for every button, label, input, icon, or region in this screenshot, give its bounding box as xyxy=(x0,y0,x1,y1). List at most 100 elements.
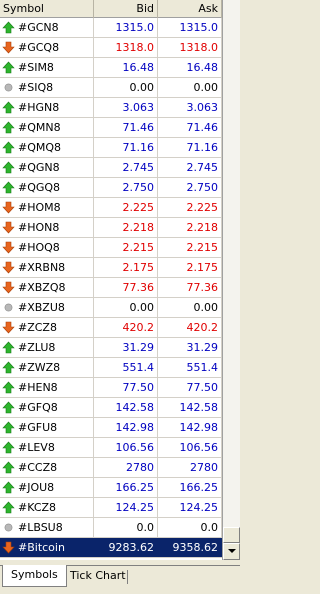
ask-cell: 2.745 xyxy=(158,158,222,177)
table-row[interactable]: #KCZ8 124.25 124.25 xyxy=(0,498,222,518)
symbol-cell: #XBZQ8 xyxy=(0,278,94,297)
arrow-up-icon xyxy=(2,481,15,494)
table-row[interactable]: #QMN8 71.46 71.46 xyxy=(0,118,222,138)
symbol-cell: #GCN8 xyxy=(0,18,94,37)
ask-cell: 2.750 xyxy=(158,178,222,197)
table-row[interactable]: #HON8 2.218 2.218 xyxy=(0,218,222,238)
table-row[interactable]: #XRBN8 2.175 2.175 xyxy=(0,258,222,278)
bid-cell: 106.56 xyxy=(94,438,158,457)
symbol-cell: #SIQ8 xyxy=(0,78,94,97)
symbol-name: #XBZQ8 xyxy=(18,281,66,294)
symbol-cell: #GCQ8 xyxy=(0,38,94,57)
arrow-up-icon xyxy=(2,461,15,474)
symbol-name: #KCZ8 xyxy=(18,501,57,514)
table-row[interactable]: #SIQ8 0.00 0.00 xyxy=(0,78,222,98)
symbol-name: #ZCZ8 xyxy=(18,321,57,334)
ask-cell: 2.218 xyxy=(158,218,222,237)
bid-cell: 124.25 xyxy=(94,498,158,517)
column-header-symbol[interactable]: Symbol xyxy=(0,0,94,18)
table-row[interactable]: #QGN8 2.745 2.745 xyxy=(0,158,222,178)
symbol-cell: #QGN8 xyxy=(0,158,94,177)
symbol-name: #QGN8 xyxy=(18,161,60,174)
table-row[interactable]: #ZCZ8 420.2 420.2 xyxy=(0,318,222,338)
ask-cell: 124.25 xyxy=(158,498,222,517)
ask-cell: 142.98 xyxy=(158,418,222,437)
bid-cell: 0.0 xyxy=(94,518,158,537)
bid-cell: 3.063 xyxy=(94,98,158,117)
tab-symbols[interactable]: Symbols xyxy=(2,565,67,587)
column-header-bid[interactable]: Bid xyxy=(94,0,158,18)
symbol-cell: #XBZU8 xyxy=(0,298,94,317)
arrow-down-icon xyxy=(2,541,15,554)
table-row[interactable]: #ZWZ8 551.4 551.4 xyxy=(0,358,222,378)
vertical-scrollbar[interactable] xyxy=(223,0,240,560)
ask-cell: 71.16 xyxy=(158,138,222,157)
ask-cell: 77.50 xyxy=(158,378,222,397)
bid-cell: 71.46 xyxy=(94,118,158,137)
table-row[interactable]: #GCN8 1315.0 1315.0 xyxy=(0,18,222,38)
table-row[interactable]: #GFQ8 142.58 142.58 xyxy=(0,398,222,418)
table-row[interactable]: #JOU8 166.25 166.25 xyxy=(0,478,222,498)
table-row[interactable]: #QMQ8 71.16 71.16 xyxy=(0,138,222,158)
symbol-name: #QMN8 xyxy=(18,121,61,134)
arrow-down-icon xyxy=(2,221,15,234)
symbol-cell: #GFU8 xyxy=(0,418,94,437)
symbol-name: #LBSU8 xyxy=(18,521,63,534)
table-row[interactable]: #Bitcoin 9283.62 9358.62 xyxy=(0,538,222,558)
table-row[interactable]: #GFU8 142.98 142.98 xyxy=(0,418,222,438)
symbol-cell: #LBSU8 xyxy=(0,518,94,537)
table-row[interactable]: #XBZU8 0.00 0.00 xyxy=(0,298,222,318)
grey-dot-icon xyxy=(2,301,15,314)
bid-cell: 77.36 xyxy=(94,278,158,297)
table-row[interactable]: #GCQ8 1318.0 1318.0 xyxy=(0,38,222,58)
table-row[interactable]: #HEN8 77.50 77.50 xyxy=(0,378,222,398)
bid-cell: 2.218 xyxy=(94,218,158,237)
symbol-cell: #ZLU8 xyxy=(0,338,94,357)
symbol-name: #HGN8 xyxy=(18,101,60,114)
symbol-cell: #LEV8 xyxy=(0,438,94,457)
ask-cell: 420.2 xyxy=(158,318,222,337)
table-row[interactable]: #LBSU8 0.0 0.0 xyxy=(0,518,222,538)
table-row[interactable]: #HOM8 2.225 2.225 xyxy=(0,198,222,218)
symbol-name: #GCN8 xyxy=(18,21,59,34)
symbol-name: #GFU8 xyxy=(18,421,58,434)
symbol-cell: #ZWZ8 xyxy=(0,358,94,377)
column-header-ask[interactable]: Ask xyxy=(158,0,222,18)
arrow-down-icon xyxy=(2,281,15,294)
table-body: #GCN8 1315.0 1315.0 #GCQ8 1318.0 1318.0 #SIM8 1… xyxy=(0,18,222,558)
symbol-cell: #HEN8 xyxy=(0,378,94,397)
symbol-name: #JOU8 xyxy=(18,481,55,494)
bid-cell: 2.215 xyxy=(94,238,158,257)
table-row[interactable]: #LEV8 106.56 106.56 xyxy=(0,438,222,458)
table-row[interactable]: #SIM8 16.48 16.48 xyxy=(0,58,222,78)
symbol-name: #HOM8 xyxy=(18,201,61,214)
table-row[interactable]: #XBZQ8 77.36 77.36 xyxy=(0,278,222,298)
table-row[interactable]: #CCZ8 2780 2780 xyxy=(0,458,222,478)
scrollbar-thumb[interactable] xyxy=(223,527,240,543)
table-row[interactable]: #HGN8 3.063 3.063 xyxy=(0,98,222,118)
bid-cell: 142.58 xyxy=(94,398,158,417)
symbol-cell: #QMQ8 xyxy=(0,138,94,157)
arrow-down-icon xyxy=(2,261,15,274)
arrow-down-icon xyxy=(2,321,15,334)
ask-cell: 1318.0 xyxy=(158,38,222,57)
arrow-up-icon xyxy=(2,181,15,194)
arrow-up-icon xyxy=(2,441,15,454)
ask-cell: 1315.0 xyxy=(158,18,222,37)
market-watch-table: Symbol Bid Ask #GCN8 1315.0 1315.0 #GCQ8 131… xyxy=(0,0,223,560)
ask-cell: 16.48 xyxy=(158,58,222,77)
ask-cell: 0.0 xyxy=(158,518,222,537)
grey-dot-icon xyxy=(2,521,15,534)
scroll-down-button[interactable] xyxy=(223,543,240,560)
tab-tick-chart[interactable]: Tick Chart xyxy=(62,566,134,586)
chevron-down-icon xyxy=(228,549,236,553)
symbol-name: #LEV8 xyxy=(18,441,55,454)
table-row[interactable]: #HOQ8 2.215 2.215 xyxy=(0,238,222,258)
ask-cell: 2.225 xyxy=(158,198,222,217)
table-row[interactable]: #ZLU8 31.29 31.29 xyxy=(0,338,222,358)
table-row[interactable]: #QGQ8 2.750 2.750 xyxy=(0,178,222,198)
ask-cell: 0.00 xyxy=(158,78,222,97)
bid-cell: 2.745 xyxy=(94,158,158,177)
arrow-up-icon xyxy=(2,401,15,414)
grey-dot-icon xyxy=(2,81,15,94)
